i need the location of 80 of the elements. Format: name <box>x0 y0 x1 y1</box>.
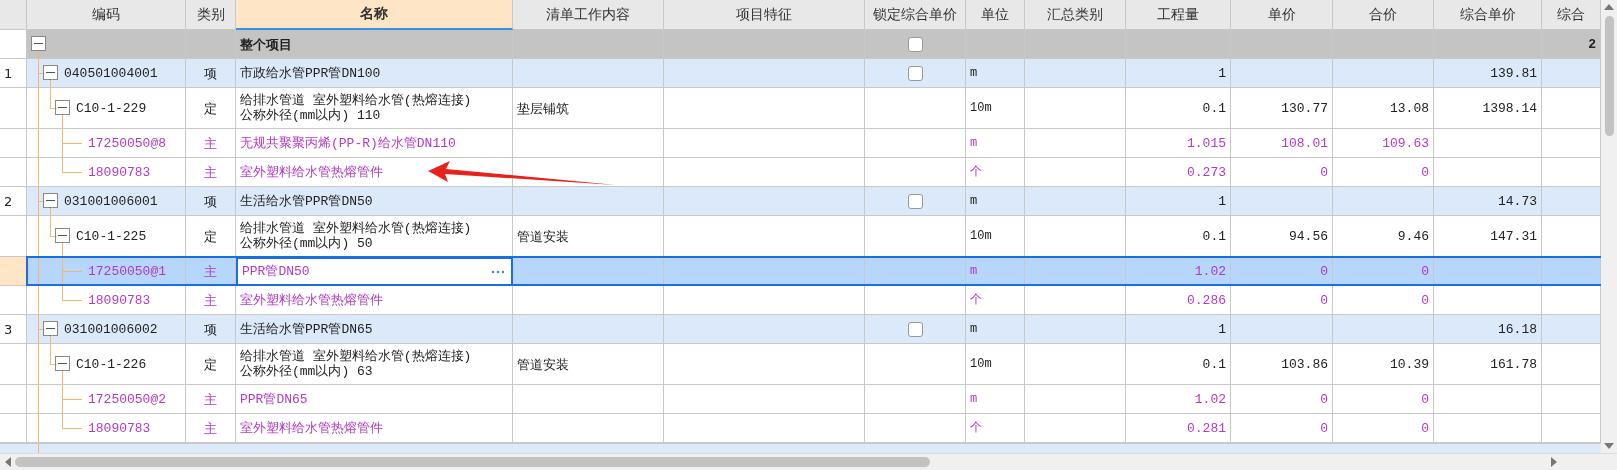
table-cell: 10m <box>966 216 1025 257</box>
table-row[interactable]: 17250050@1 主 PPR管DN50 m 1.02 0 0 <box>0 257 1601 286</box>
table-cell: 给排水管道 室外塑料给水管(热熔连接) 公称外径(mm以内) 50 <box>236 216 513 257</box>
column-header[interactable]: 锁定综合单价 <box>865 0 966 30</box>
table-cell <box>0 257 27 286</box>
table-cell: 2 <box>0 187 27 216</box>
column-header[interactable]: 名称 <box>236 0 513 30</box>
code-text: 18090783 <box>88 164 151 180</box>
code-text: 18090783 <box>88 420 151 436</box>
table-row[interactable]: 整个项目 2 <box>0 30 1601 59</box>
lock-price-checkbox[interactable] <box>907 65 923 81</box>
column-header[interactable]: 编码 <box>27 0 186 30</box>
table-row[interactable]: 18090783 主 室外塑料给水管热熔管件 个 0.286 0 0 <box>0 286 1601 315</box>
tree-line <box>38 444 39 453</box>
code-text: 18090783 <box>88 292 151 308</box>
scroll-down-icon <box>1604 443 1614 449</box>
horizontal-scrollbar[interactable] <box>0 453 1617 470</box>
table-row[interactable]: 17250050@8 主 无规共聚聚丙烯(PP-R)给水管DN110 m 1.015 108.01 109.63 <box>0 129 1601 158</box>
collapse-icon[interactable] <box>55 228 70 243</box>
column-header[interactable]: 清单工作内容 <box>513 0 664 30</box>
column-header[interactable]: 合价 <box>1333 0 1434 30</box>
table-cell: 定 <box>186 216 236 257</box>
table-cell <box>0 344 27 385</box>
table-cell <box>0 129 27 158</box>
lock-price-checkbox[interactable] <box>907 193 923 209</box>
column-header[interactable]: 汇总类别 <box>1025 0 1126 30</box>
code-text: 17250050@1 <box>88 263 166 279</box>
column-header[interactable]: 单价 <box>1231 0 1333 30</box>
table-row[interactable]: 2 031001006001 项 生活给水管PPR管DN50 m 1 14.73 <box>0 187 1601 216</box>
column-header[interactable]: 工程量 <box>1126 0 1231 30</box>
code-text: 17250050@2 <box>88 391 166 407</box>
collapse-icon[interactable] <box>55 100 70 115</box>
name-input[interactable]: PPR管DN50 <box>242 264 310 279</box>
collapse-icon[interactable] <box>43 65 58 80</box>
code-text: 031001006001 <box>64 193 158 209</box>
table-row[interactable]: 18090783 主 室外塑料给水管热熔管件 个 0.273 0 0 <box>0 158 1601 187</box>
table-cell: 1 <box>0 59 27 88</box>
collapse-icon[interactable] <box>55 356 70 371</box>
scroll-left-icon <box>5 457 11 467</box>
table-row[interactable]: 1 040501004001 项 市政给水管PPR管DN100 m 1 139.81 <box>0 59 1601 88</box>
code-text: 040501004001 <box>64 65 158 81</box>
table-cell: 147.31 <box>1434 216 1542 257</box>
column-header[interactable]: 单位 <box>966 0 1025 30</box>
table-cell <box>0 385 27 414</box>
code-text: 031001006002 <box>64 321 158 337</box>
collapse-icon[interactable] <box>43 321 58 336</box>
lock-price-checkbox[interactable] <box>907 36 923 52</box>
code-text: C10-1-226 <box>76 356 147 372</box>
table-cell <box>0 30 27 59</box>
table-cell: 9.46 <box>1333 216 1434 257</box>
code-text: C10-1-225 <box>76 228 147 244</box>
vertical-scrollbar[interactable] <box>1601 0 1617 453</box>
table-row[interactable]: 18090783 主 室外塑料给水管热熔管件 个 0.281 0 0 <box>0 414 1601 443</box>
column-header[interactable]: 类别 <box>186 0 236 30</box>
table-cell: 管道安装 <box>513 216 664 257</box>
code-text: C10-1-229 <box>76 100 147 116</box>
scroll-right-icon <box>1551 457 1557 467</box>
table-cell <box>0 88 27 129</box>
column-header[interactable]: 综合单价 <box>1434 0 1542 30</box>
scroll-thumb[interactable] <box>15 457 930 467</box>
table-row[interactable]: C10-1-226 定 给排水管道 室外塑料给水管(热熔连接) 公称外径(mm以内) 63 管道安装 10m 0.1 103.86 10.39 161.78 <box>0 344 1601 385</box>
table-row[interactable]: C10-1-225 定 给排水管道 室外塑料给水管(热熔连接) 公称外径(mm以内) 50 管道安装 10m 0.1 94.56 9.46 147.31 <box>0 216 1601 257</box>
scroll-up-icon <box>1604 4 1614 10</box>
table-cell <box>0 158 27 187</box>
collapse-icon[interactable] <box>31 36 46 51</box>
table-cell: 94.56 <box>1231 216 1333 257</box>
column-header[interactable]: 项目特征 <box>664 0 865 30</box>
table-row[interactable]: 3 031001006002 项 生活给水管PPR管DN65 m 1 16.18 <box>0 315 1601 344</box>
lock-price-checkbox[interactable] <box>907 321 923 337</box>
table-cell: 3 <box>0 315 27 344</box>
code-text: 17250050@8 <box>88 135 166 151</box>
scroll-thumb[interactable] <box>1604 16 1614 136</box>
table-cell <box>0 216 27 257</box>
table-cell <box>0 286 27 315</box>
table-row[interactable]: 17250050@2 主 PPR管DN65 m 1.02 0 0 <box>0 385 1601 414</box>
more-icon <box>491 269 505 274</box>
table-row[interactable]: C10-1-229 定 给排水管道 室外塑料给水管(热熔连接) 公称外径(mm以内) 110 垫层铺筑 10m 0.1 130.77 13.08 1398.14 <box>0 88 1601 129</box>
column-header[interactable]: 综合 <box>1542 0 1601 30</box>
table-cell: 0.1 <box>1126 216 1231 257</box>
collapse-icon[interactable] <box>43 193 58 208</box>
